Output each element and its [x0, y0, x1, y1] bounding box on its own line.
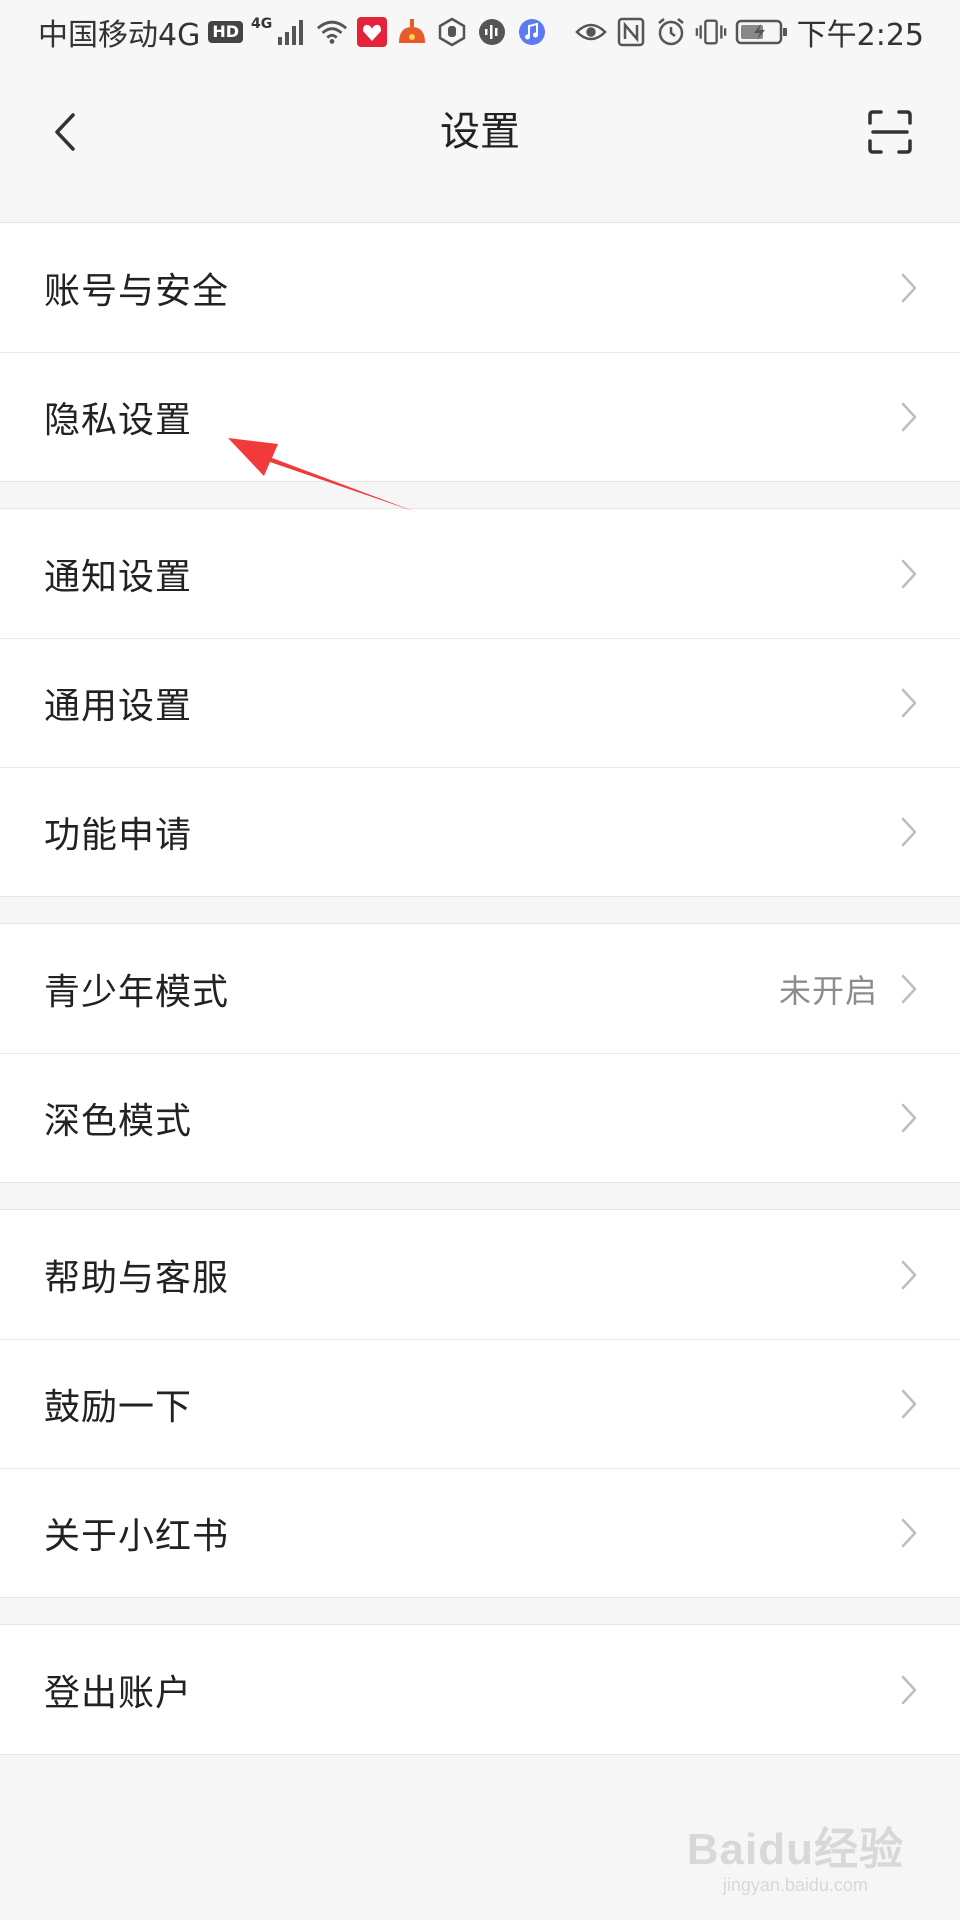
status-bar: 中国移动4G HD 4G 下午2:25: [0, 0, 960, 64]
watermark-url: jingyan.baidu.com: [722, 1875, 868, 1895]
settings-item-label: 功能申请: [44, 815, 193, 856]
settings-group: 青少年模式 未开启 深色模式: [0, 923, 960, 1183]
hd-icon: HD: [208, 21, 244, 43]
app-icon: [436, 16, 468, 48]
settings-item-encourage[interactable]: 鼓励一下: [0, 1339, 960, 1468]
settings-item-label: 鼓励一下: [44, 1387, 193, 1428]
settings-item-label: 帮助与客服: [44, 1257, 230, 1299]
chevron-right-icon: [898, 1386, 920, 1422]
teen-mode-status: 未开启: [778, 971, 878, 1010]
wifi-icon: [316, 16, 348, 48]
app-icon: [396, 16, 428, 48]
settings-item-general[interactable]: 通用设置: [0, 638, 960, 767]
chevron-right-icon: [898, 685, 920, 721]
status-right: 下午2:25: [574, 10, 924, 54]
settings-item-help-support[interactable]: 帮助与客服: [0, 1210, 960, 1339]
settings-group: 通知设置 通用设置 功能申请: [0, 508, 960, 897]
network-type-label: 4G: [251, 16, 273, 32]
settings-item-notifications[interactable]: 通知设置: [0, 509, 960, 638]
chevron-right-icon: [898, 270, 920, 306]
scan-icon: [868, 110, 912, 154]
settings-list: 账号与安全 隐私设置 通知设置 通用设置 功能申请 青少年模式 未开启 深色模式…: [0, 222, 960, 1755]
settings-item-dark-mode[interactable]: 深色模式: [0, 1053, 960, 1182]
scan-button[interactable]: [862, 104, 918, 160]
chevron-right-icon: [898, 1672, 920, 1708]
nav-bar: 设置: [0, 64, 960, 196]
settings-item-account-security[interactable]: 账号与安全: [0, 223, 960, 352]
settings-item-about[interactable]: 关于小红书: [0, 1468, 960, 1597]
settings-item-teen-mode[interactable]: 青少年模式 未开启: [0, 924, 960, 1053]
signal-icon: [276, 16, 308, 48]
settings-group: 登出账户: [0, 1624, 960, 1755]
status-left: 中国移动4G HD 4G: [38, 10, 548, 54]
settings-item-feature-request[interactable]: 功能申请: [0, 767, 960, 896]
chevron-right-icon: [898, 556, 920, 592]
settings-item-label: 通用设置: [44, 686, 193, 727]
watermark: Baidu经验 jingyan.baidu.com: [687, 1826, 904, 1896]
chevron-right-icon: [898, 1257, 920, 1293]
settings-item-label: 通知设置: [44, 556, 193, 598]
settings-item-label: 深色模式: [44, 1101, 193, 1142]
eye-icon: [574, 16, 607, 48]
vibrate-icon: [695, 16, 727, 48]
settings-item-label: 隐私设置: [44, 400, 193, 441]
settings-item-label: 青少年模式: [44, 971, 230, 1013]
settings-item-privacy[interactable]: 隐私设置: [0, 352, 960, 481]
page-title: 设置: [440, 109, 520, 155]
carrier-label: 中国移动4G: [38, 18, 201, 53]
settings-item-logout[interactable]: 登出账户: [0, 1625, 960, 1754]
settings-item-label: 账号与安全: [44, 270, 230, 312]
settings-item-label: 关于小红书: [44, 1516, 230, 1557]
chevron-right-icon: [898, 1515, 920, 1551]
nfc-icon: [615, 16, 647, 48]
alarm-icon: [655, 16, 687, 48]
time-label: 下午2:25: [796, 18, 924, 53]
settings-group: 账号与安全 隐私设置: [0, 222, 960, 482]
chevron-right-icon: [898, 971, 920, 1007]
music-icon: [516, 16, 548, 48]
app-icon: [356, 16, 388, 48]
chevron-right-icon: [898, 399, 920, 435]
chevron-right-icon: [898, 814, 920, 850]
settings-item-label: 登出账户: [44, 1672, 193, 1714]
watermark-brand: Baidu经验: [686, 1825, 904, 1874]
battery-icon: [735, 16, 789, 48]
settings-group: 帮助与客服 鼓励一下 关于小红书: [0, 1209, 960, 1598]
app-icon: [476, 16, 508, 48]
chevron-right-icon: [898, 1100, 920, 1136]
